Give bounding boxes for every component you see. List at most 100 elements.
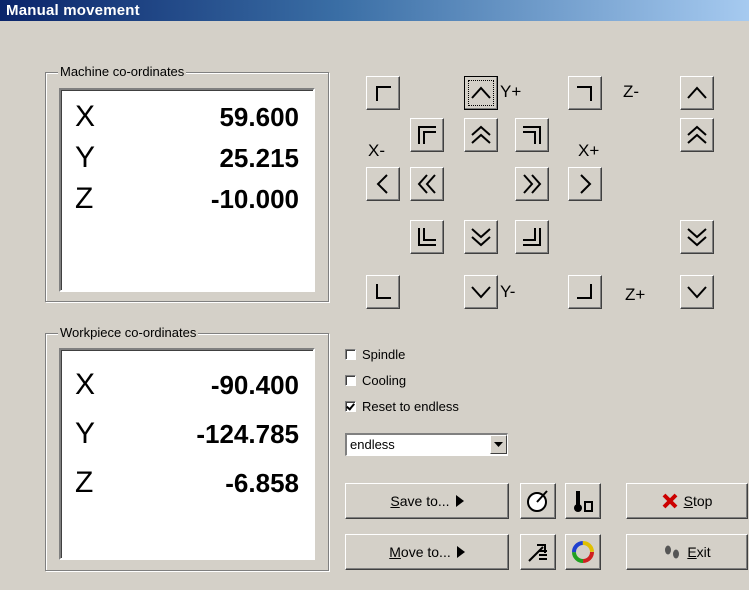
save-to-label: ave to... xyxy=(399,493,450,509)
chevron-down-icon xyxy=(687,286,707,299)
double-chevron-up-icon xyxy=(471,125,491,144)
machine-x-axis: X xyxy=(75,100,96,133)
x-plus-label: X+ xyxy=(578,141,600,160)
corner-bottom-left-icon xyxy=(376,284,391,299)
reference-run-button[interactable] xyxy=(520,534,556,570)
spindle-label: Spindle xyxy=(362,346,406,362)
machine-z-axis: Z xyxy=(75,182,94,215)
window-title: Manual movement xyxy=(0,0,749,21)
double-chevron-right-icon xyxy=(523,174,542,194)
corner-top-left-icon xyxy=(376,86,391,101)
machine-y-axis: Y xyxy=(75,141,96,174)
jog-y-plus-fast-button[interactable] xyxy=(464,118,498,152)
double-chevron-down-icon xyxy=(687,228,707,247)
stop-x-icon xyxy=(662,493,678,509)
exit-label: xit xyxy=(696,544,711,560)
exit-button[interactable]: Exit xyxy=(626,534,748,570)
machine-coordinates-label: Machine co-ordinates xyxy=(58,64,187,79)
cooling-checkbox[interactable] xyxy=(345,374,356,386)
y-minus-label: Y- xyxy=(500,282,516,301)
exit-mnemonic: E xyxy=(687,544,697,560)
double-chevron-left-icon xyxy=(417,174,436,194)
probe-gauge-icon xyxy=(527,490,548,512)
workpiece-coordinates-display: X -90.400 Y -124.785 Z -6.858 xyxy=(59,348,315,560)
reference-run-icon xyxy=(528,544,547,562)
z-minus-label: Z- xyxy=(623,82,640,101)
spindle-checkbox[interactable] xyxy=(345,348,356,360)
jog-z-plus-button[interactable] xyxy=(680,275,714,309)
workpiece-y-value: -124.785 xyxy=(196,419,299,449)
jog-xminus-yminus-corner-button[interactable] xyxy=(366,275,400,309)
x-minus-label: X- xyxy=(368,141,385,160)
cooling-label: Cooling xyxy=(362,372,407,388)
reset-to-endless-option[interactable]: Reset to endless xyxy=(345,397,459,415)
machine-x-value: 59.600 xyxy=(219,102,299,132)
jog-z-minus-fast-button[interactable] xyxy=(680,118,714,152)
chevron-right-icon xyxy=(580,174,592,194)
refresh-colors-icon xyxy=(572,541,594,563)
double-corner-top-left-icon xyxy=(418,126,436,144)
save-to-mnemonic: S xyxy=(390,493,400,509)
move-to-button[interactable]: Move to... xyxy=(345,534,509,570)
machine-coordinates-group: Machine co-ordinates X 59.600 Y 25.215 Z… xyxy=(45,64,329,302)
chevron-up-icon xyxy=(687,86,707,99)
jog-xplus-yplus-corner-button[interactable] xyxy=(568,76,602,110)
measure-tool-button[interactable] xyxy=(520,483,556,519)
jog-xplus-yminus-fast-button[interactable] xyxy=(515,220,549,254)
dropdown-arrow-icon[interactable] xyxy=(490,435,507,454)
move-to-label: ove to... xyxy=(400,544,451,560)
stop-button[interactable]: Stop xyxy=(626,483,748,519)
workpiece-z-axis: Z xyxy=(75,466,94,499)
cooling-option[interactable]: Cooling xyxy=(345,371,406,389)
step-size-value: endless xyxy=(350,437,395,452)
z-plus-label: Z+ xyxy=(625,285,646,304)
double-chevron-down-icon xyxy=(471,228,491,247)
machine-y-value: 25.215 xyxy=(219,143,299,173)
jog-z-minus-button[interactable] xyxy=(680,76,714,110)
jog-y-minus-button[interactable] xyxy=(464,275,498,309)
workpiece-x-value: -90.400 xyxy=(210,370,299,400)
workpiece-x-axis: X xyxy=(75,368,96,401)
spindle-option[interactable]: Spindle xyxy=(345,345,405,363)
tool-length-button[interactable] xyxy=(565,483,601,519)
jog-xplus-yplus-fast-button[interactable] xyxy=(515,118,549,152)
double-corner-bottom-right-icon xyxy=(523,228,541,246)
jog-x-minus-fast-button[interactable] xyxy=(410,167,444,201)
play-arrow-icon xyxy=(455,495,464,507)
jog-x-plus-button[interactable] xyxy=(568,167,602,201)
stop-mnemonic: S xyxy=(683,493,693,509)
corner-top-right-icon xyxy=(577,86,592,101)
reset-to-endless-checkbox[interactable] xyxy=(345,400,356,412)
jog-x-minus-button[interactable] xyxy=(366,167,400,201)
footprints-exit-icon xyxy=(665,545,680,559)
double-corner-bottom-left-icon xyxy=(418,228,436,246)
chevron-left-icon xyxy=(376,174,388,194)
jog-y-minus-fast-button[interactable] xyxy=(464,220,498,254)
jog-xplus-yminus-corner-button[interactable] xyxy=(568,275,602,309)
jog-xminus-yminus-fast-button[interactable] xyxy=(410,220,444,254)
machine-coordinates-display: X 59.600 Y 25.215 Z -10.000 xyxy=(59,88,315,292)
y-plus-label: Y+ xyxy=(500,82,522,101)
refresh-cycle-button[interactable] xyxy=(565,534,601,570)
workpiece-coordinates-label: Workpiece co-ordinates xyxy=(58,325,199,340)
jog-xminus-yplus-fast-button[interactable] xyxy=(410,118,444,152)
double-corner-top-right-icon xyxy=(523,126,541,144)
workpiece-coordinates-group: Workpiece co-ordinates X -90.400 Y -124.… xyxy=(45,325,329,571)
double-chevron-up-icon xyxy=(687,125,707,144)
reset-to-endless-label: Reset to endless xyxy=(362,398,459,414)
jog-x-plus-fast-button[interactable] xyxy=(515,167,549,201)
save-to-button[interactable]: Save to... xyxy=(345,483,509,519)
jog-xminus-yplus-corner-button[interactable] xyxy=(366,76,400,110)
tool-length-sensor-icon xyxy=(574,491,593,512)
workpiece-z-value: -6.858 xyxy=(225,468,299,498)
jog-y-plus-button[interactable] xyxy=(464,76,498,110)
chevron-down-icon xyxy=(471,286,491,299)
corner-bottom-right-icon xyxy=(577,284,592,299)
move-to-mnemonic: M xyxy=(389,544,401,560)
play-arrow-icon xyxy=(456,546,465,558)
stop-label: top xyxy=(692,493,713,509)
workpiece-y-axis: Y xyxy=(75,417,96,450)
jog-z-plus-fast-button[interactable] xyxy=(680,220,714,254)
step-size-select[interactable]: endless xyxy=(345,433,508,456)
machine-z-value: -10.000 xyxy=(210,184,299,214)
